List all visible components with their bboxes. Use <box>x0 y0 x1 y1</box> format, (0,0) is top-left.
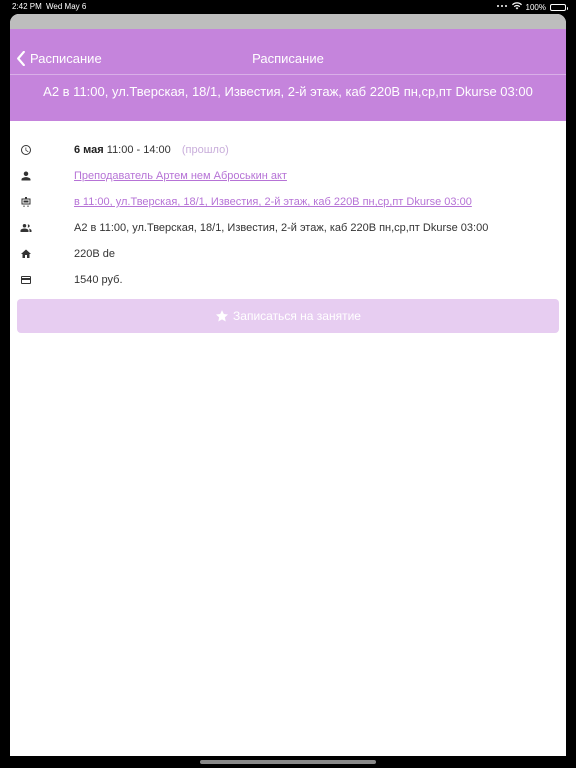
signal-icon <box>496 2 508 12</box>
navigation-bar: Расписание Расписание A2 в 11:00, ул.Тве… <box>10 29 566 121</box>
room-name: 220B de <box>74 248 115 260</box>
teacher-link[interactable]: Преподаватель Артем нем Аброськин акт <box>74 170 287 182</box>
home-icon <box>17 248 74 260</box>
status-right: 100% <box>496 2 568 12</box>
status-bar: 2:42 PM Wed May 6 100% <box>0 0 576 14</box>
group-name: A2 в 11:00, ул.Тверская, 18/1, Известия,… <box>74 222 489 234</box>
lesson-subtitle: A2 в 11:00, ул.Тверская, 18/1, Известия,… <box>43 84 533 99</box>
lesson-status: (прошло) <box>181 144 229 156</box>
lesson-details: 6 мая 11:00 - 14:00 (прошло) Преподавате… <box>10 121 566 333</box>
board-icon <box>17 196 74 208</box>
date-row: 6 мая 11:00 - 14:00 (прошло) <box>17 137 559 163</box>
price-row: 1540 руб. <box>17 267 559 293</box>
status-date: Wed May 6 <box>46 2 87 11</box>
enroll-button[interactable]: Записаться на занятие <box>17 299 559 333</box>
group-icon <box>17 222 74 234</box>
lesson-date: 6 мая <box>74 144 104 156</box>
sheet-header-strip <box>10 14 566 29</box>
credit-card-icon <box>17 274 74 286</box>
clock-icon <box>17 144 74 156</box>
page-title: Расписание <box>252 51 324 66</box>
course-link[interactable]: в 11:00, ул.Тверская, 18/1, Известия, 2-… <box>74 196 472 208</box>
status-time: 2:42 PM <box>12 2 42 11</box>
nav-divider <box>10 74 566 75</box>
lesson-time: 11:00 - 14:00 <box>106 144 171 156</box>
wifi-icon <box>511 2 522 12</box>
room-row: 220B de <box>17 241 559 267</box>
home-indicator[interactable] <box>200 760 376 764</box>
modal-sheet: Расписание Расписание A2 в 11:00, ул.Тве… <box>10 14 566 756</box>
course-row: в 11:00, ул.Тверская, 18/1, Известия, 2-… <box>17 189 559 215</box>
star-icon <box>216 310 229 322</box>
person-icon <box>17 170 74 182</box>
battery-icon <box>550 3 568 11</box>
group-row: A2 в 11:00, ул.Тверская, 18/1, Известия,… <box>17 215 559 241</box>
teacher-row: Преподаватель Артем нем Аброськин акт <box>17 163 559 189</box>
lesson-price: 1540 руб. <box>74 274 123 286</box>
battery-percent: 100% <box>525 2 546 12</box>
enroll-button-label: Записаться на занятие <box>233 309 361 323</box>
